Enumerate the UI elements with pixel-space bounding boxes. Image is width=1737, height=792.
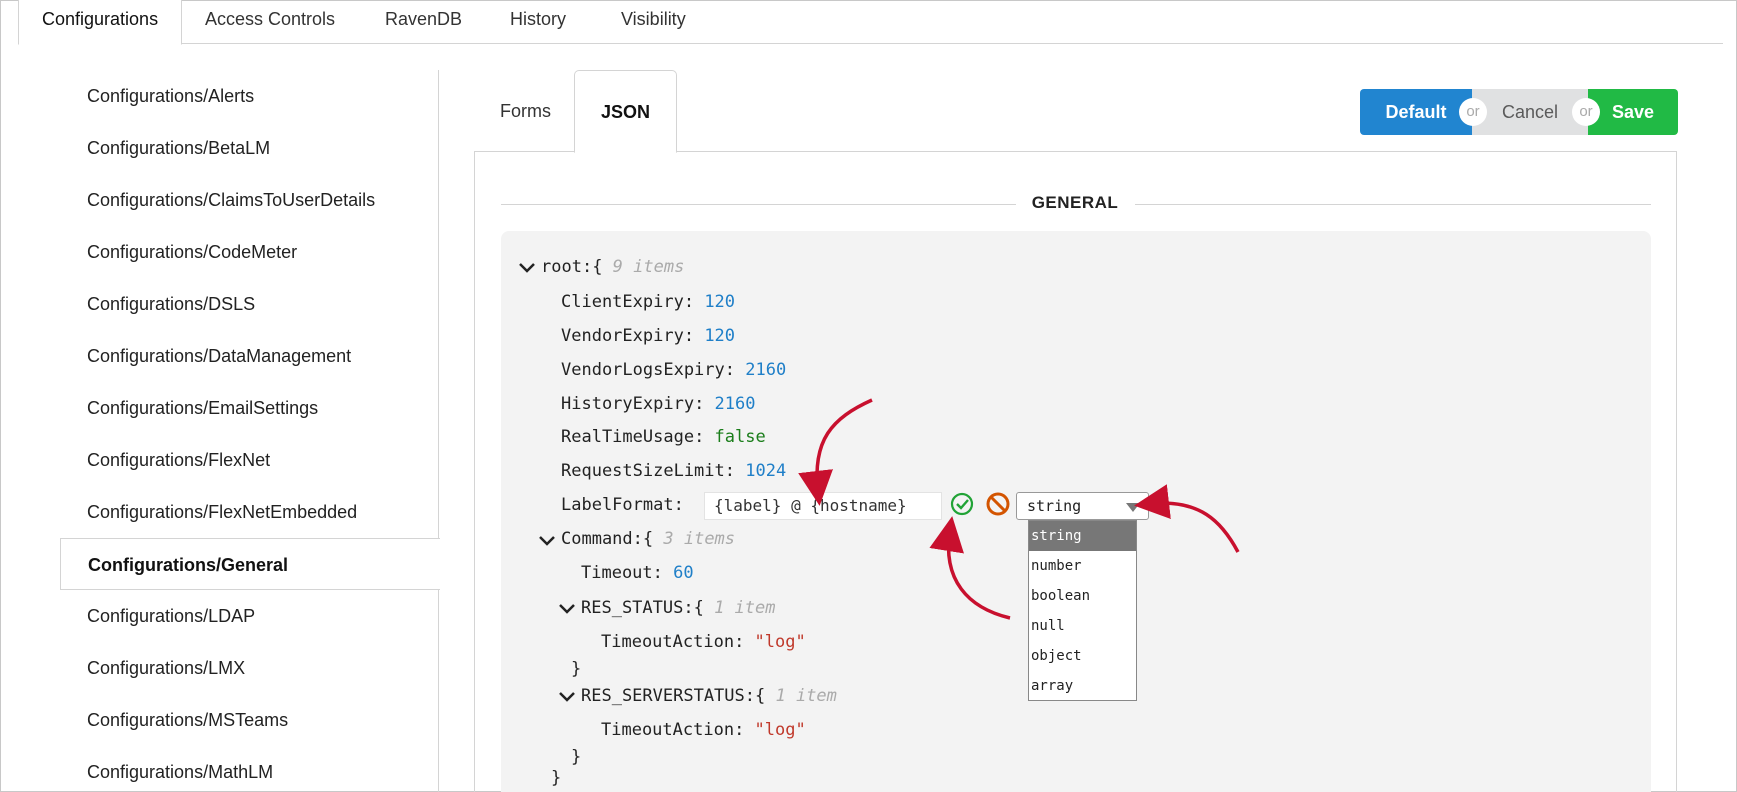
sidebar-item-lmx[interactable]: Configurations/LMX bbox=[60, 642, 439, 694]
json-value[interactable]: 2160 bbox=[745, 360, 786, 380]
tab-json[interactable]: JSON bbox=[574, 70, 678, 153]
sidebar-item-ldap[interactable]: Configurations/LDAP bbox=[60, 590, 439, 642]
tab-configurations[interactable]: Configurations bbox=[18, 0, 183, 45]
sidebar-item-betalm[interactable]: Configurations/BetaLM bbox=[60, 122, 439, 174]
json-command-line: Command:{ 3 items bbox=[561, 529, 736, 549]
json-item-count: 1 item bbox=[775, 686, 837, 706]
label-format-input[interactable]: {label} @ {hostname} bbox=[704, 492, 942, 520]
json-field[interactable]: TimeoutAction: "log" bbox=[601, 630, 806, 654]
json-value[interactable]: 2160 bbox=[715, 394, 756, 414]
type-option-array[interactable]: array bbox=[1029, 671, 1136, 701]
json-field[interactable]: RequestSizeLimit: 1024 bbox=[561, 459, 786, 483]
json-key: RequestSizeLimit bbox=[561, 461, 725, 481]
sidebar-item-flexnetembedded[interactable]: Configurations/FlexNetEmbedded bbox=[60, 486, 439, 538]
sidebar-item-general[interactable]: Configurations/General bbox=[60, 538, 440, 590]
sidebar-item-claimstouserdetails[interactable]: Configurations/ClaimsToUserDetails bbox=[60, 174, 439, 226]
type-option-null[interactable]: null bbox=[1029, 611, 1136, 641]
type-select[interactable]: string bbox=[1016, 492, 1149, 520]
json-value[interactable]: "log" bbox=[755, 632, 806, 652]
json-root-line: root:{ 9 items bbox=[541, 257, 685, 277]
json-res-status-line: RES_STATUS:{ 1 item bbox=[581, 598, 776, 618]
chevron-down-icon[interactable] bbox=[558, 600, 576, 618]
type-dropdown-list: string number boolean null object array bbox=[1028, 520, 1137, 701]
json-value[interactable]: 120 bbox=[704, 326, 735, 346]
json-close-brace: } bbox=[551, 768, 562, 788]
json-item-count: 9 items bbox=[612, 257, 685, 277]
json-res-serverstatus-line: RES_SERVERSTATUS:{ 1 item bbox=[581, 686, 837, 706]
json-field[interactable]: VendorExpiry: 120 bbox=[561, 324, 735, 348]
json-key: HistoryExpiry bbox=[561, 394, 695, 414]
cancel-edit-icon[interactable] bbox=[986, 492, 1010, 516]
section-divider bbox=[1135, 204, 1651, 205]
json-field[interactable]: HistoryExpiry: 2160 bbox=[561, 392, 756, 416]
json-key: VendorExpiry bbox=[561, 326, 684, 346]
json-value[interactable]: "log" bbox=[755, 720, 806, 740]
sidebar-divider bbox=[438, 70, 439, 792]
top-tab-bar: Configurations Access Controls RavenDB H… bbox=[18, 0, 1723, 45]
chevron-down-icon[interactable] bbox=[538, 532, 556, 550]
json-field[interactable]: RealTimeUsage: false bbox=[561, 425, 766, 449]
caret-down-icon bbox=[1126, 503, 1140, 512]
json-value[interactable]: 1024 bbox=[745, 461, 786, 481]
sidebar-item-dsls[interactable]: Configurations/DSLS bbox=[60, 278, 439, 330]
section-divider bbox=[501, 204, 1016, 205]
json-field-label: LabelFormat: bbox=[561, 495, 684, 515]
json-item-count: 3 items bbox=[663, 529, 736, 549]
json-key: root bbox=[541, 257, 582, 277]
type-option-boolean[interactable]: boolean bbox=[1029, 581, 1136, 611]
sidebar-item-datamanagement[interactable]: Configurations/DataManagement bbox=[60, 330, 439, 382]
tab-ravendb[interactable]: RavenDB bbox=[362, 0, 485, 44]
config-sidebar: Configurations/Alerts Configurations/Bet… bbox=[60, 70, 440, 792]
tab-access-controls[interactable]: Access Controls bbox=[182, 0, 358, 44]
tab-visibility[interactable]: Visibility bbox=[598, 0, 709, 44]
tab-forms[interactable]: Forms bbox=[474, 70, 577, 152]
json-value[interactable]: 60 bbox=[673, 563, 693, 583]
json-key: ClientExpiry bbox=[561, 292, 684, 312]
sidebar-item-codemeter[interactable]: Configurations/CodeMeter bbox=[60, 226, 439, 278]
json-key: VendorLogsExpiry bbox=[561, 360, 725, 380]
sidebar-item-msteams[interactable]: Configurations/MSTeams bbox=[60, 694, 439, 746]
json-key: RealTimeUsage bbox=[561, 427, 695, 447]
type-option-string[interactable]: string bbox=[1029, 521, 1136, 551]
or-separator: or bbox=[1459, 98, 1487, 126]
or-separator: or bbox=[1572, 98, 1600, 126]
type-option-object[interactable]: object bbox=[1029, 641, 1136, 671]
tab-history[interactable]: History bbox=[487, 0, 589, 44]
save-button[interactable]: Save bbox=[1588, 89, 1678, 135]
json-item-count: 1 item bbox=[714, 598, 776, 618]
json-close-brace: } bbox=[571, 659, 582, 679]
json-field[interactable]: VendorLogsExpiry: 2160 bbox=[561, 358, 786, 382]
sidebar-item-alerts[interactable]: Configurations/Alerts bbox=[60, 70, 439, 122]
sidebar-item-mathlm[interactable]: Configurations/MathLM bbox=[60, 746, 439, 792]
section-title: GENERAL bbox=[1031, 193, 1119, 212]
sidebar-item-emailsettings[interactable]: Configurations/EmailSettings bbox=[60, 382, 439, 434]
sidebar-item-flexnet[interactable]: Configurations/FlexNet bbox=[60, 434, 439, 486]
json-value[interactable]: false bbox=[715, 427, 766, 447]
default-button[interactable]: Default bbox=[1360, 89, 1472, 135]
json-value[interactable]: 120 bbox=[704, 292, 735, 312]
confirm-check-icon[interactable] bbox=[950, 492, 974, 516]
json-field[interactable]: Timeout: 60 bbox=[581, 561, 694, 585]
json-close-brace: } bbox=[571, 747, 582, 767]
json-field[interactable]: TimeoutAction: "log" bbox=[601, 718, 806, 742]
type-option-number[interactable]: number bbox=[1029, 551, 1136, 581]
chevron-down-icon[interactable] bbox=[518, 259, 536, 277]
chevron-down-icon[interactable] bbox=[558, 688, 576, 706]
cancel-button[interactable]: Cancel bbox=[1472, 89, 1588, 135]
json-field[interactable]: ClientExpiry: 120 bbox=[561, 290, 735, 314]
